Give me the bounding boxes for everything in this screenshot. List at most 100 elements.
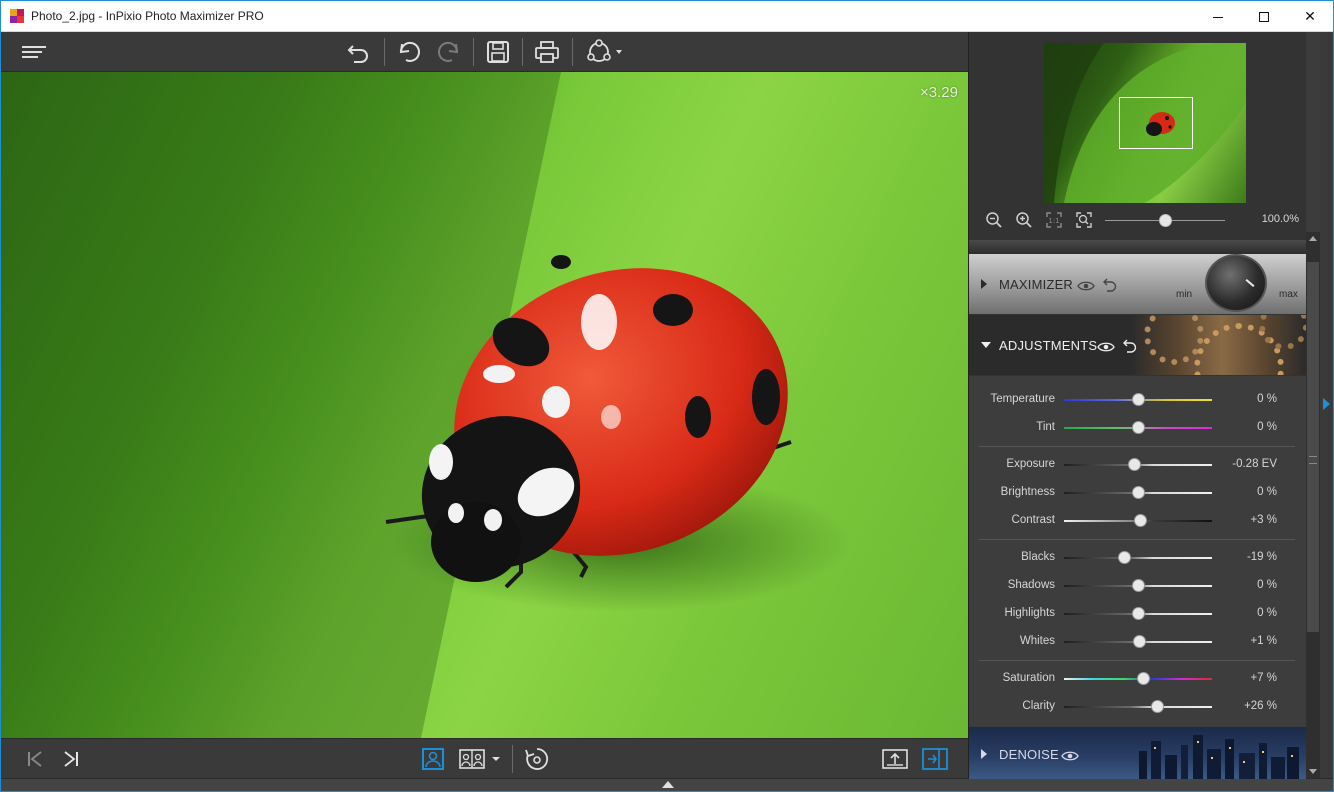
highlights-value: 0 % bbox=[1257, 607, 1277, 619]
clarity-slider-track[interactable] bbox=[1064, 706, 1212, 708]
compare-view-icon bbox=[459, 749, 485, 769]
expand-arrow-icon bbox=[981, 279, 987, 289]
brightness-slider-knob[interactable] bbox=[1132, 486, 1145, 499]
contrast-value: +3 % bbox=[1250, 514, 1277, 526]
redo-icon bbox=[438, 41, 459, 62]
undo-button[interactable] bbox=[394, 38, 424, 66]
maximizer-visibility-button[interactable] bbox=[1077, 278, 1095, 294]
rotate-button[interactable] bbox=[523, 745, 551, 773]
eye-icon bbox=[1077, 281, 1095, 291]
first-image-button[interactable] bbox=[21, 745, 49, 773]
scrollbar-grip-icon bbox=[1309, 456, 1317, 464]
single-view-button[interactable] bbox=[419, 745, 447, 773]
first-image-icon bbox=[28, 751, 42, 767]
close-button[interactable]: ✕ bbox=[1287, 1, 1333, 32]
section-maximizer-label: MAXIMIZER bbox=[999, 277, 1074, 292]
whites-slider-knob[interactable] bbox=[1132, 635, 1146, 648]
print-icon bbox=[535, 41, 559, 63]
rotate-icon bbox=[525, 748, 549, 770]
eye-icon bbox=[1061, 751, 1079, 761]
compare-dropdown-button[interactable] bbox=[487, 745, 505, 773]
clarity-slider-knob[interactable] bbox=[1151, 700, 1165, 713]
section-denoise-label: DENOISE bbox=[999, 747, 1059, 762]
navigator-viewport-rect[interactable] bbox=[1119, 97, 1193, 149]
navigator-thumbnail[interactable] bbox=[1044, 43, 1246, 203]
section-maximizer-header[interactable]: MAXIMIZER min max bbox=[969, 254, 1306, 314]
bottom-toolbar bbox=[1, 738, 968, 778]
expand-arrow-icon bbox=[981, 749, 987, 759]
section-denoise-header[interactable]: DENOISE bbox=[969, 727, 1306, 779]
reset-icon bbox=[1123, 339, 1137, 353]
dial-max-label: max bbox=[1279, 289, 1298, 300]
scroll-up-icon[interactable] bbox=[1309, 236, 1317, 241]
denoise-visibility-button[interactable] bbox=[1061, 748, 1079, 764]
right-panel: 1:1 100.0% MAXIMIZER min max ADJUSTMENTS… bbox=[968, 32, 1307, 779]
export-icon bbox=[882, 749, 908, 769]
saturation-slider-knob[interactable] bbox=[1137, 672, 1151, 685]
undo-all-button[interactable] bbox=[344, 38, 374, 66]
fit-button[interactable]: 1:1 bbox=[1044, 210, 1064, 230]
close-icon: ✕ bbox=[1304, 8, 1316, 24]
exposure-label: Exposure bbox=[1006, 458, 1055, 470]
eye-icon bbox=[1097, 342, 1115, 352]
section-adjustments-header[interactable]: ADJUSTMENTS bbox=[969, 315, 1306, 375]
actual-size-button[interactable] bbox=[1074, 210, 1094, 230]
save-button[interactable] bbox=[483, 38, 513, 66]
menu-icon bbox=[22, 46, 46, 58]
maximizer-reset-button[interactable] bbox=[1101, 277, 1119, 293]
maximize-button[interactable] bbox=[1241, 1, 1287, 32]
minimize-icon bbox=[1213, 17, 1223, 18]
toggle-panel-button[interactable] bbox=[921, 745, 949, 773]
redo-button[interactable] bbox=[434, 38, 464, 66]
undo-all-icon bbox=[347, 45, 368, 63]
bottom-strip bbox=[1, 778, 1333, 791]
minimize-button[interactable] bbox=[1195, 1, 1241, 32]
panel-expand-arrow-icon[interactable] bbox=[1323, 398, 1330, 410]
blacks-label: Blacks bbox=[1021, 551, 1055, 563]
zoom-in-icon bbox=[1016, 212, 1032, 228]
contrast-slider-knob[interactable] bbox=[1134, 514, 1148, 527]
blacks-value: -19 % bbox=[1246, 551, 1277, 563]
clarity-value: +26 % bbox=[1244, 700, 1277, 712]
share-button[interactable] bbox=[583, 38, 625, 66]
menu-button[interactable] bbox=[19, 38, 49, 66]
next-image-icon bbox=[64, 751, 78, 767]
collapse-arrow-icon bbox=[981, 342, 991, 348]
zoom-in-button[interactable] bbox=[1014, 210, 1034, 230]
panel-divider bbox=[969, 240, 1307, 254]
brightness-value: 0 % bbox=[1257, 486, 1277, 498]
temperature-slider-knob[interactable] bbox=[1132, 393, 1145, 406]
highlights-slider-knob[interactable] bbox=[1132, 607, 1145, 620]
highlights-label: Highlights bbox=[1004, 607, 1056, 619]
title-bar: Photo_2.jpg - InPixio Photo Maximizer PR… bbox=[1, 1, 1333, 32]
photo-canvas[interactable]: ×3.29 bbox=[1, 72, 968, 738]
maximizer-dial[interactable] bbox=[1205, 254, 1267, 312]
whites-label: Whites bbox=[1019, 635, 1055, 647]
panel-scrollbar[interactable] bbox=[1306, 232, 1320, 778]
next-image-button[interactable] bbox=[57, 745, 85, 773]
collapse-filmstrip-icon[interactable] bbox=[662, 781, 674, 788]
adjustments-reset-button[interactable] bbox=[1121, 338, 1139, 354]
export-button[interactable] bbox=[881, 745, 909, 773]
adjustment-row-saturation: Saturation +7 % bbox=[969, 668, 1306, 690]
reset-icon bbox=[1103, 278, 1117, 292]
adjustment-row-clarity: Clarity +26 % bbox=[969, 696, 1306, 718]
print-button[interactable] bbox=[532, 38, 562, 66]
blacks-slider-knob[interactable] bbox=[1117, 551, 1131, 564]
zoom-out-button[interactable] bbox=[984, 210, 1004, 230]
compare-view-button[interactable] bbox=[458, 745, 486, 773]
tint-slider-knob[interactable] bbox=[1132, 421, 1145, 434]
blacks-slider-track[interactable] bbox=[1064, 557, 1212, 559]
adjustment-row-temperature: Temperature 0 % bbox=[969, 389, 1306, 411]
adjustments-visibility-button[interactable] bbox=[1097, 339, 1115, 355]
adjustment-group-divider bbox=[979, 539, 1295, 540]
svg-text:1:1: 1:1 bbox=[1048, 217, 1059, 225]
share-icon bbox=[587, 39, 622, 62]
exposure-slider-knob[interactable] bbox=[1127, 458, 1141, 471]
scroll-down-icon[interactable] bbox=[1309, 769, 1317, 774]
shadows-slider-knob[interactable] bbox=[1132, 579, 1145, 592]
scrollbar-thumb[interactable] bbox=[1307, 262, 1319, 632]
zoom-slider-knob[interactable] bbox=[1159, 214, 1172, 227]
compare-dropdown-icon bbox=[492, 757, 500, 761]
adjustment-row-brightness: Brightness 0 % bbox=[969, 482, 1306, 504]
